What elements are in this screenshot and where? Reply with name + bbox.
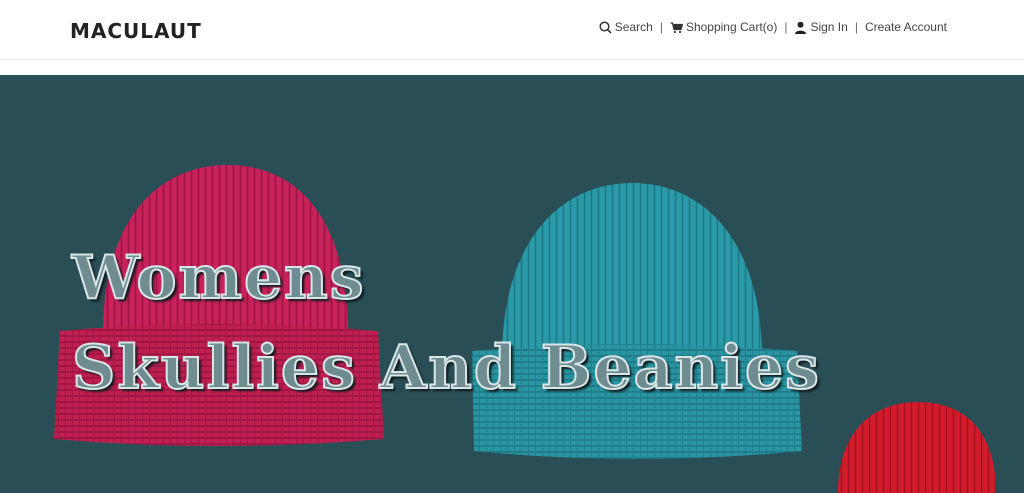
nav-separator: |: [854, 20, 858, 34]
teal-beanie-image: [472, 183, 802, 459]
search-icon: [599, 20, 612, 34]
nav-separator: |: [659, 20, 663, 34]
top-nav: Search | Shopping Cart(o) | Sign In | Cr…: [599, 19, 947, 35]
cart-icon: [670, 21, 683, 34]
hero-title-line-2: Skullies And Beanies: [71, 332, 821, 404]
site-header: MACULAUT Search | Shopping Cart(o) | Sig…: [0, 0, 1024, 60]
user-icon: [794, 21, 807, 34]
search-link[interactable]: Search: [599, 20, 653, 34]
shopping-cart-link[interactable]: Shopping Cart(o): [670, 20, 777, 34]
create-account-link[interactable]: Create Account: [865, 20, 947, 34]
shopping-cart-label: Shopping Cart(o): [685, 20, 778, 34]
site-logo[interactable]: MACULAUT: [70, 19, 202, 43]
sign-in-label: Sign In: [810, 20, 848, 34]
search-label: Search: [614, 20, 653, 34]
hero-banner[interactable]: Womens Skullies And Beanies: [0, 75, 1024, 493]
nav-separator: |: [784, 20, 788, 34]
hero-title-line-1: Womens: [71, 242, 366, 314]
red-beanie-image: [838, 402, 996, 493]
sign-in-link[interactable]: Sign In: [794, 20, 848, 34]
